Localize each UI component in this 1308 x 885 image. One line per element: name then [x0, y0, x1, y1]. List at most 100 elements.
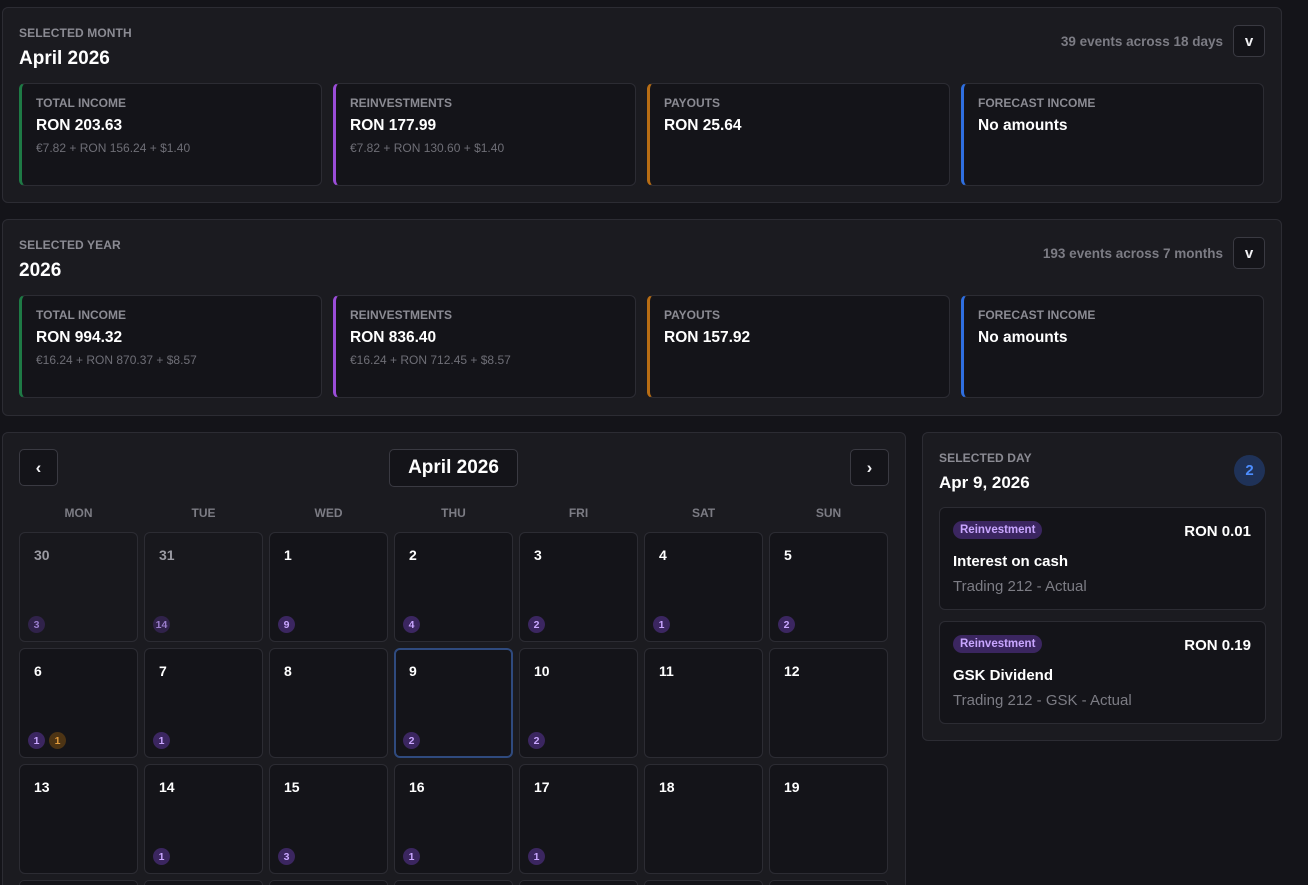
reinvestment-count-badge: 2	[403, 732, 420, 749]
card-title: PAYOUTS	[664, 308, 721, 322]
card-value: RON 25.64	[664, 117, 742, 134]
event-badges: 9	[278, 616, 295, 633]
calendar-day-cell[interactable]: 10 2	[519, 648, 638, 758]
event-count-badge: 2	[1234, 455, 1265, 486]
calendar-day-cell[interactable]: 16 1	[394, 764, 513, 874]
event-card[interactable]: Reinvestment RON 0.01 Interest on cash T…	[939, 507, 1266, 610]
payout-count-badge: 1	[49, 732, 66, 749]
event-source: Trading 212 - Actual	[953, 578, 1087, 595]
calendar-day-cell[interactable]	[19, 880, 138, 885]
calendar-day-cell[interactable]: 18	[644, 764, 763, 874]
card-breakdown: €7.82 + RON 156.24 + $1.40	[36, 141, 191, 155]
selected-year-panel: SELECTED YEAR 2026 193 events across 7 m…	[2, 219, 1282, 416]
event-amount: RON 0.01	[1184, 523, 1251, 540]
month-total-income-card: TOTAL INCOME RON 203.63 €7.82 + RON 156.…	[19, 83, 322, 186]
calendar-day-cell[interactable]: 41	[644, 532, 763, 642]
prev-month-button[interactable]: ‹	[19, 449, 58, 486]
reinvestment-count-badge: 4	[403, 616, 420, 633]
day-number: 17	[534, 779, 550, 795]
day-number: 19	[784, 779, 800, 795]
day-number: 30	[34, 547, 50, 563]
day-number: 7	[159, 663, 167, 679]
calendar-day-cell[interactable]: 19	[769, 764, 888, 874]
event-card[interactable]: Reinvestment RON 0.19 GSK Dividend Tradi…	[939, 621, 1266, 724]
month-payouts-card: PAYOUTS RON 25.64	[647, 83, 950, 186]
calendar-day-cell[interactable]: 12	[769, 648, 888, 758]
reinvestment-count-badge: 1	[28, 732, 45, 749]
card-title: PAYOUTS	[664, 96, 721, 110]
month-expand-toggle[interactable]: v	[1233, 25, 1265, 57]
day-number: 6	[34, 663, 42, 679]
calendar-month-title: April 2026	[389, 449, 518, 487]
reinvestment-count-badge: 2	[528, 616, 545, 633]
calendar-day-cell[interactable]: 15 3	[269, 764, 388, 874]
year-payouts-card: PAYOUTS RON 157.92	[647, 295, 950, 398]
reinvestment-count-badge: 1	[153, 732, 170, 749]
event-badges: 14	[153, 616, 170, 633]
event-amount: RON 0.19	[1184, 637, 1251, 654]
weekday-sat: SAT	[691, 506, 716, 520]
event-badges: 2	[403, 732, 420, 749]
calendar-day-cell[interactable]: 30 3	[19, 532, 138, 642]
weekday-thu: THU	[441, 506, 466, 520]
card-value: RON 157.92	[664, 329, 751, 346]
reinvestment-count-badge: 9	[278, 616, 295, 633]
selected-month-label: SELECTED MONTH	[19, 26, 132, 40]
year-expand-toggle[interactable]: v	[1233, 237, 1265, 269]
selected-year-label: SELECTED YEAR	[19, 238, 121, 252]
calendar-day-cell[interactable]	[394, 880, 513, 885]
calendar-day-cell[interactable]: 92	[394, 648, 513, 758]
event-badges: 3	[28, 616, 45, 633]
selected-month-panel: SELECTED MONTH April 2026 39 events acro…	[2, 7, 1282, 203]
calendar-day-cell[interactable]: 17 1	[519, 764, 638, 874]
day-number: 31	[159, 547, 175, 563]
weekday-sun: SUN	[815, 506, 842, 520]
calendar-day-cell[interactable]: 6 11	[19, 648, 138, 758]
card-title: TOTAL INCOME	[36, 96, 126, 110]
month-forecast-income-card: FORECAST INCOME No amounts	[961, 83, 1264, 186]
calendar-day-cell[interactable]	[519, 880, 638, 885]
selected-day-label: SELECTED DAY	[939, 451, 1032, 465]
card-value: RON 836.40	[350, 329, 437, 346]
calendar-day-cell[interactable]: 31 14	[144, 532, 263, 642]
event-badges: 4	[403, 616, 420, 633]
month-reinvestments-card: REINVESTMENTS RON 177.99 €7.82 + RON 130…	[333, 83, 636, 186]
day-number: 1	[284, 547, 292, 563]
selected-day-title: Apr 9, 2026	[939, 473, 1030, 492]
day-number: 5	[784, 547, 792, 563]
event-badges: 1	[153, 732, 170, 749]
calendar-day-cell[interactable]	[769, 880, 888, 885]
card-value: RON 177.99	[350, 117, 437, 134]
card-title: TOTAL INCOME	[36, 308, 126, 322]
selected-day-panel: SELECTED DAY Apr 9, 2026 2 Reinvestment …	[922, 432, 1282, 741]
calendar-day-cell[interactable]: 13	[19, 764, 138, 874]
next-month-button[interactable]: ›	[850, 449, 889, 486]
calendar-day-cell[interactable]: 11	[644, 648, 763, 758]
calendar-day-cell[interactable]: 14 1	[144, 764, 263, 874]
day-number: 13	[34, 779, 50, 795]
year-forecast-income-card: FORECAST INCOME No amounts	[961, 295, 1264, 398]
calendar-day-cell[interactable]: 32	[519, 532, 638, 642]
event-name: Interest on cash	[953, 553, 1069, 570]
event-badges: 2	[528, 616, 545, 633]
calendar-day-cell[interactable]: 8	[269, 648, 388, 758]
calendar-day-cell[interactable]: 19	[269, 532, 388, 642]
year-reinvestments-card: REINVESTMENTS RON 836.40 €16.24 + RON 71…	[333, 295, 636, 398]
reinvestment-count-badge: 3	[28, 616, 45, 633]
reinvestment-count-badge: 1	[153, 848, 170, 865]
calendar-day-cell[interactable]	[144, 880, 263, 885]
day-number: 3	[534, 547, 542, 563]
day-number: 16	[409, 779, 425, 795]
day-number: 8	[284, 663, 292, 679]
calendar-day-cell[interactable]: 52	[769, 532, 888, 642]
event-badges: 1	[153, 848, 170, 865]
event-badges: 11	[28, 732, 66, 749]
calendar-day-cell[interactable]: 71	[144, 648, 263, 758]
card-value: RON 994.32	[36, 329, 123, 346]
calendar-day-cell[interactable]: 24	[394, 532, 513, 642]
weekday-tue: TUE	[191, 506, 216, 520]
calendar-day-cell[interactable]	[644, 880, 763, 885]
calendar-day-cell[interactable]	[269, 880, 388, 885]
event-badges: 1	[528, 848, 545, 865]
card-title: REINVESTMENTS	[350, 308, 453, 322]
